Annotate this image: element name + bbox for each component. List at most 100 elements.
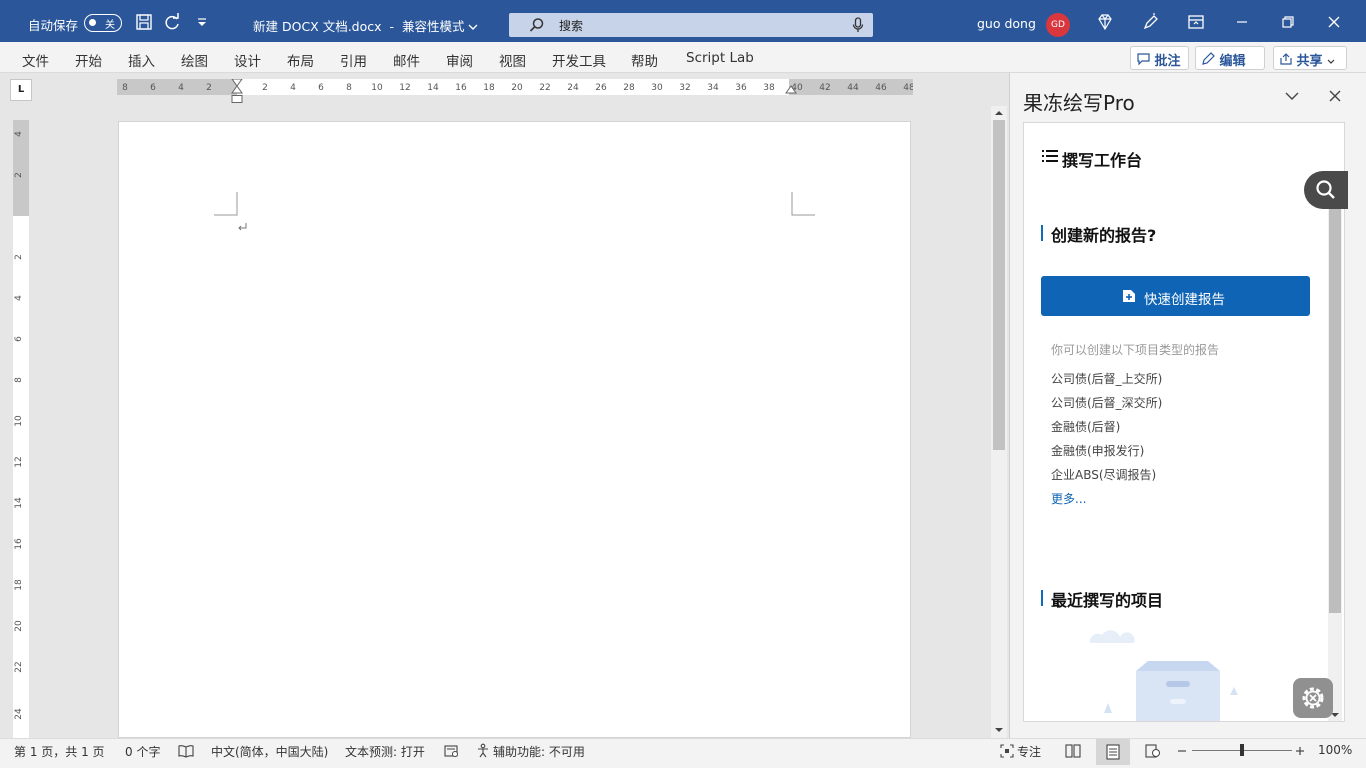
zoom-in-icon[interactable]	[1295, 746, 1305, 756]
focus-icon[interactable]	[1000, 744, 1014, 758]
ruler-tick-label: 2	[206, 83, 212, 93]
pen-icon[interactable]	[1141, 12, 1161, 32]
restore-icon[interactable]	[1278, 12, 1298, 32]
web-layout-icon[interactable]	[1145, 744, 1161, 758]
scroll-down-icon[interactable]	[994, 726, 1004, 734]
share-button[interactable]: 共享	[1273, 46, 1347, 70]
tab-script-lab[interactable]: Script Lab	[686, 50, 754, 66]
chevron-down-icon[interactable]	[1284, 90, 1300, 102]
quick-create-report-button[interactable]: 快速创建报告	[1041, 276, 1310, 316]
chevron-down-icon	[1327, 59, 1335, 64]
print-layout-button[interactable]	[1096, 739, 1130, 765]
ruler-tick-label: 36	[735, 83, 747, 93]
autosave-toggle[interactable]: 关	[84, 14, 122, 32]
compat-mode: 兼容性模式	[401, 19, 465, 34]
user-name[interactable]: guo dong	[977, 16, 1036, 31]
comments-button[interactable]: 批注	[1130, 46, 1189, 70]
ruler-tick-label: 10	[371, 83, 383, 93]
ribbon-display-icon[interactable]	[1186, 12, 1206, 32]
tab-insert[interactable]: 插入	[128, 50, 155, 70]
ruler-tick-label: 2	[14, 254, 24, 260]
vertical-ruler[interactable]: 4 2 2 4 6 8 10 12 14 16 18 20 22 24	[13, 120, 29, 738]
tab-draw[interactable]: 绘图	[181, 50, 208, 70]
tab-developer[interactable]: 开发工具	[552, 50, 606, 70]
floating-search-button[interactable]	[1304, 171, 1348, 209]
document-area: L 8 6 4 2 2 4 6 8 10 12 14 16 18 20 22 2…	[0, 73, 1008, 738]
report-type-item[interactable]: 金融债(后督)	[1051, 418, 1120, 435]
indent-marker	[231, 79, 243, 94]
diamond-icon[interactable]	[1095, 12, 1115, 32]
scroll-thumb[interactable]	[993, 120, 1005, 450]
ruler-tick-label: 28	[623, 83, 635, 93]
ruler-tick-label: 34	[707, 83, 719, 93]
ruler-tick-label: 22	[539, 83, 550, 93]
tab-view[interactable]: 视图	[499, 50, 526, 70]
chevron-down-icon	[468, 24, 478, 30]
text-prediction-status[interactable]: 文本预测: 打开	[345, 743, 425, 760]
customize-qat-icon[interactable]	[192, 12, 212, 32]
status-bar: 第 1 页，共 1 页 0 个字 中文(简体，中国大陆) 文本预测: 打开 辅助…	[0, 738, 1366, 768]
zoom-slider-thumb[interactable]	[1240, 744, 1244, 756]
report-type-item[interactable]: 企业ABS(尽调报告)	[1051, 466, 1156, 483]
book-icon[interactable]	[178, 744, 194, 758]
accessibility-icon[interactable]	[476, 743, 491, 758]
more-report-types-link[interactable]: 更多...	[1051, 490, 1086, 507]
tab-review[interactable]: 审阅	[446, 50, 473, 70]
ruler-tick-label: 16	[14, 538, 24, 550]
tab-stop-selector[interactable]: L	[10, 79, 32, 101]
ruler-tick-label: 32	[679, 83, 690, 93]
document-scrollbar[interactable]	[991, 106, 1007, 738]
close-icon[interactable]	[1324, 12, 1344, 32]
tab-help[interactable]: 帮助	[631, 50, 658, 70]
zoom-out-icon[interactable]	[1177, 746, 1187, 756]
add-file-icon	[1123, 290, 1135, 302]
ruler-tick-label: 26	[595, 83, 607, 93]
ruler-tick-label: 10	[14, 415, 24, 427]
search-box[interactable]: 搜索	[509, 13, 873, 37]
pane-scroll-thumb[interactable]	[1329, 197, 1341, 613]
accessibility-status[interactable]: 辅助功能: 不可用	[493, 743, 585, 760]
horizontal-ruler[interactable]: 8 6 4 2 2 4 6 8 10 12 14 16 18 20 22 24 …	[117, 79, 913, 95]
floating-settings-button[interactable]	[1293, 678, 1333, 718]
tab-design[interactable]: 设计	[234, 50, 261, 70]
tab-references[interactable]: 引用	[340, 50, 367, 70]
tab-home[interactable]: 开始	[75, 50, 102, 70]
document-title[interactable]: 新建 DOCX 文档.docx - 兼容性模式	[253, 16, 478, 35]
scroll-up-icon[interactable]	[994, 109, 1004, 117]
ruler-tick-label: 24	[567, 83, 579, 93]
section-marker	[1041, 590, 1043, 606]
language-status[interactable]: 中文(简体，中国大陆)	[211, 743, 328, 760]
ruler-tick-label: 38	[763, 83, 775, 93]
editing-mode-button[interactable]: 编辑	[1195, 46, 1265, 79]
page-info[interactable]: 第 1 页，共 1 页	[14, 743, 105, 760]
ruler-tick-label: 12	[14, 456, 24, 467]
report-type-item[interactable]: 公司债(后督_上交所)	[1051, 370, 1162, 387]
tab-file[interactable]: 文件	[22, 50, 49, 70]
ruler-tick-label: 18	[14, 579, 24, 591]
tab-layout[interactable]: 布局	[287, 50, 314, 70]
word-count[interactable]: 0 个字	[125, 743, 160, 760]
report-type-item[interactable]: 金融债(申报发行)	[1051, 442, 1144, 459]
focus-mode-label[interactable]: 专注	[1017, 743, 1041, 760]
avatar[interactable]: GD	[1046, 13, 1070, 37]
read-mode-icon[interactable]	[1065, 744, 1081, 758]
pane-scrollbar[interactable]	[1328, 183, 1342, 721]
pane-title: 果冻绘写Pro	[1023, 91, 1135, 115]
tab-mailings[interactable]: 邮件	[393, 50, 420, 70]
macro-icon[interactable]	[444, 744, 459, 758]
section-marker	[1041, 225, 1043, 241]
left-indent-handle[interactable]	[231, 95, 243, 103]
share-icon	[1280, 53, 1292, 65]
save-icon[interactable]	[134, 12, 154, 32]
redo-icon[interactable]	[162, 12, 182, 32]
microphone-icon[interactable]	[852, 17, 864, 33]
minimize-icon[interactable]	[1232, 12, 1252, 32]
margin-corner-mark	[214, 192, 238, 216]
zoom-level[interactable]: 100%	[1318, 743, 1352, 757]
ruler-tick-label: 4	[14, 295, 24, 301]
report-type-item[interactable]: 公司债(后督_深交所)	[1051, 394, 1162, 411]
close-icon[interactable]	[1328, 89, 1342, 103]
ruler-tick-label: 16	[455, 83, 467, 93]
document-page[interactable]	[118, 121, 911, 738]
report-type-hint: 你可以创建以下项目类型的报告	[1051, 343, 1220, 357]
